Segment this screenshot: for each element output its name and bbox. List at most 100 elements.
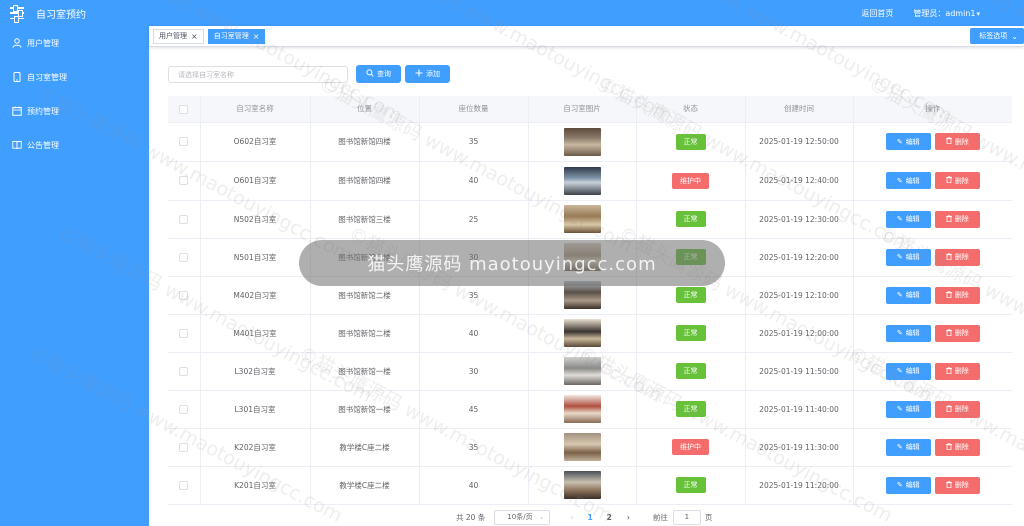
delete-button[interactable]: 删除 — [934, 172, 980, 189]
actions-cell: ✎ 编辑 删除 — [852, 428, 1012, 467]
tab-label: 自习室管理 — [213, 32, 249, 40]
seat-count-cell: 30 — [418, 352, 528, 391]
room-photo[interactable] — [563, 471, 601, 499]
row-checkbox[interactable] — [179, 480, 189, 490]
top-bar: 自习室预约 返回首页 管理员：admin1▾ — [0, 0, 1024, 26]
edit-button[interactable]: ✎ 编辑 — [885, 438, 931, 456]
row-checkbox[interactable] — [179, 290, 189, 300]
delete-button[interactable]: 删除 — [934, 362, 980, 380]
row-checkbox[interactable] — [179, 366, 189, 376]
edit-button[interactable]: ✎ 编辑 — [885, 210, 931, 228]
sidebar-item-rooms[interactable]: 自习室管理 — [0, 60, 149, 94]
next-page-button[interactable]: › — [627, 513, 630, 522]
room-photo[interactable] — [563, 243, 601, 271]
delete-button[interactable]: 删除 — [934, 324, 980, 342]
edit-button[interactable]: ✎ 编辑 — [885, 476, 931, 494]
sidebar-item-reservations[interactable]: 预约管理 — [0, 94, 149, 128]
edit-label: 编辑 — [905, 176, 920, 185]
edit-icon: ✎ — [896, 176, 903, 185]
delete-button[interactable]: 删除 — [934, 286, 980, 304]
created-time-cell: 2025-01-19 11:30:00 — [744, 428, 853, 467]
page-number[interactable]: 1 — [587, 513, 592, 522]
delete-button[interactable]: 删除 — [934, 400, 980, 418]
room-name-cell: N501自习室 — [199, 238, 310, 277]
edit-label: 编辑 — [905, 215, 920, 223]
trash-icon — [945, 328, 952, 338]
delete-button[interactable]: 删除 — [934, 438, 980, 456]
delete-button[interactable]: 删除 — [934, 248, 980, 266]
row-checkbox[interactable] — [179, 404, 189, 414]
trash-icon — [945, 214, 952, 224]
prev-page-button[interactable]: ‹ — [570, 513, 573, 522]
tag-options-button[interactable]: 标签选项 ⌄ — [970, 28, 1024, 44]
edit-label: 编辑 — [905, 367, 920, 375]
sliders-icon[interactable] — [10, 5, 24, 22]
select-cell — [168, 200, 200, 239]
admin-menu[interactable]: 管理员：admin1▾ — [913, 8, 980, 19]
edit-icon: ✎ — [896, 291, 903, 299]
row-checkbox[interactable] — [179, 214, 189, 224]
status-badge: 正常 — [675, 363, 706, 379]
status-cell: 正常 — [635, 276, 745, 315]
delete-label: 删除 — [954, 329, 969, 337]
room-photo[interactable] — [563, 127, 601, 156]
home-link[interactable]: 返回首页 — [861, 8, 893, 19]
row-checkbox[interactable] — [179, 328, 189, 338]
edit-button[interactable]: ✎ 编辑 — [885, 362, 931, 380]
table-row: N502自习室 图书馆新馆三楼 25 正常 2025-01-19 12:30:00 ✎ 编辑… — [168, 200, 1012, 239]
table-row: L302自习室 图书馆新馆一楼 30 正常 2025-01-19 11:50:00 ✎ 编辑… — [168, 352, 1012, 391]
query-button[interactable]: 查询 — [356, 65, 401, 83]
tab-user-management[interactable]: 用户管理 × — [153, 28, 204, 44]
row-checkbox[interactable] — [179, 176, 189, 186]
tab-room-management[interactable]: 自习室管理 × — [207, 28, 266, 44]
edit-icon: ✎ — [896, 253, 903, 261]
close-icon[interactable]: × — [253, 32, 260, 41]
edit-button[interactable]: ✎ 编辑 — [885, 400, 931, 418]
delete-button[interactable]: 删除 — [934, 210, 980, 228]
room-photo[interactable] — [563, 166, 601, 195]
delete-button[interactable]: 删除 — [934, 476, 980, 494]
sidebar-item-users[interactable]: 用户管理 — [0, 26, 149, 60]
table-row: K201自习室 教学楼C座二楼 40 正常 2025-01-19 11:20:00 ✎ 编辑… — [168, 466, 1012, 505]
row-checkbox[interactable] — [179, 252, 189, 262]
add-button[interactable]: 添加 — [405, 65, 450, 83]
edit-button[interactable]: ✎ 编辑 — [885, 248, 931, 266]
trash-icon — [945, 176, 952, 185]
goto-page-input[interactable]: 1 — [672, 509, 701, 525]
room-name-cell: K201自习室 — [199, 466, 310, 505]
delete-button[interactable]: 删除 — [934, 133, 980, 150]
seat-count-cell: 25 — [418, 200, 528, 239]
select-all-checkbox[interactable] — [179, 104, 189, 114]
room-photo[interactable] — [563, 433, 601, 461]
page-suffix: 页 — [704, 512, 713, 522]
delete-label: 删除 — [954, 253, 969, 261]
room-photo[interactable] — [563, 395, 601, 423]
delete-label: 删除 — [954, 176, 969, 185]
edit-button[interactable]: ✎ 编辑 — [885, 324, 931, 342]
room-name-search-input[interactable] — [168, 66, 348, 83]
page-size-select[interactable]: 10条/页 ⌄ — [494, 509, 551, 525]
status-badge: 维护中 — [672, 439, 709, 455]
status-badge: 正常 — [675, 287, 706, 303]
caret-down-icon: ▾ — [976, 9, 980, 18]
actions-cell: ✎ 编辑 删除 — [852, 122, 1012, 162]
sidebar-item-notices[interactable]: 公告管理 — [0, 128, 149, 162]
edit-button[interactable]: ✎ 编辑 — [885, 133, 931, 150]
seat-count-cell: 35 — [418, 428, 528, 467]
room-photo[interactable] — [563, 281, 601, 309]
row-checkbox[interactable] — [179, 137, 189, 147]
close-icon[interactable]: × — [191, 32, 198, 41]
edit-button[interactable]: ✎ 编辑 — [885, 286, 931, 304]
edit-button[interactable]: ✎ 编辑 — [885, 172, 931, 189]
room-photo[interactable] — [563, 357, 601, 385]
page-number[interactable]: 2 — [607, 513, 612, 522]
status-badge: 正常 — [675, 249, 706, 265]
search-icon — [366, 69, 374, 79]
room-photo[interactable] — [563, 319, 601, 347]
delete-label: 删除 — [954, 367, 969, 375]
created-time-cell: 2025-01-19 12:30:00 — [744, 200, 853, 239]
actions-cell: ✎ 编辑 删除 — [852, 161, 1012, 201]
admin-label: 管理员：admin1 — [913, 8, 976, 18]
row-checkbox[interactable] — [179, 442, 189, 452]
room-photo[interactable] — [563, 205, 601, 233]
